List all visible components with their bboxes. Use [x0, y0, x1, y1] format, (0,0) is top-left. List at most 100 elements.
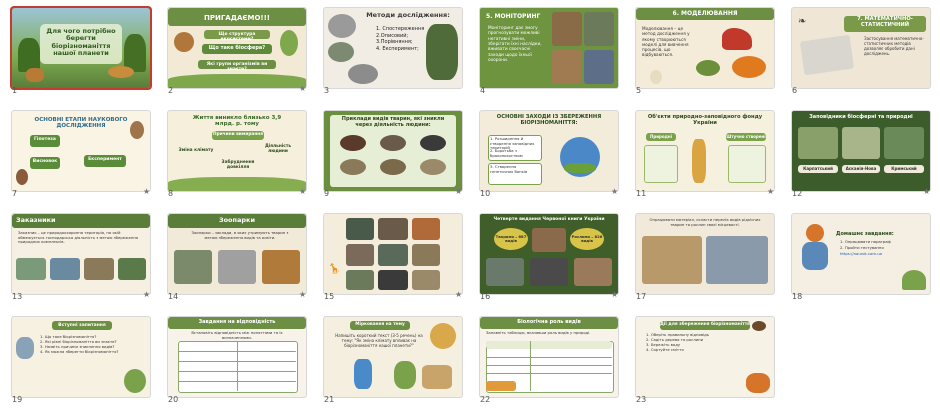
slide-number: 15 — [324, 292, 335, 301]
slide-21-title: Мірковання на тему — [355, 321, 405, 327]
slide-thumbnail-22[interactable]: Біологічна роль видів Заповніть таблицю,… — [468, 309, 624, 409]
slide-thumbnail-1[interactable]: Для чого потрібно берегти біорізноманітт… — [0, 0, 156, 100]
slide-number: 9 — [324, 189, 330, 198]
slide-2-title: ПРИГАДАЄМО!!! — [203, 14, 270, 22]
slide-8-preview[interactable]: Життя виникло близько 3,9 млрд. р. тому … — [168, 111, 306, 191]
slide-23-actions: 1. Оберіть правильну відповідь 2. Садіть … — [646, 332, 710, 352]
slide-1-title: Для чого потрібно берегти біорізноманітт… — [46, 27, 116, 58]
slide-thumbnail-11[interactable]: Об'єкти природно-заповідного фонду Украї… — [624, 103, 780, 203]
slide-14-title: Зоопарки — [218, 216, 256, 224]
slide-thumbnail-12[interactable]: Заповідники біосферні та природні Карпат… — [780, 103, 936, 203]
transition-star-icon: ★ — [299, 187, 307, 196]
transition-star-icon: ★ — [299, 84, 307, 93]
slide-3-title: Методи дослідження: — [366, 11, 450, 19]
slide-number: 13 — [12, 292, 23, 301]
slide-4-preview[interactable]: 5. МОНІТОРИНГ Моніторинг дає змогу прогн… — [480, 8, 618, 88]
slide-thumbnail-14[interactable]: Зоопарки Зоопарки – заклади, в яких утри… — [156, 206, 312, 306]
slide-2-preview[interactable]: ПРИГАДАЄМО!!! Що структура екосистеми? Щ… — [168, 8, 306, 88]
slide-5-title: 6. МОДЕЛЮВАННЯ — [672, 10, 738, 17]
slide-thumbnail-9[interactable]: Приклади видів тварин, які зникли через … — [312, 103, 468, 203]
slide-thumbnail-2[interactable]: ПРИГАДАЄМО!!! Що структура екосистеми? Щ… — [156, 0, 312, 100]
slide-9-title: Приклади видів тварин, які зникли через … — [341, 116, 445, 128]
slide-number: 22 — [480, 395, 491, 404]
slide-thumbnail-10[interactable]: ОСНОВНІ ЗАХОДИ ІЗ ЗБЕРЕЖЕННЯ БІОРІЗНОМАН… — [468, 103, 624, 203]
slide-thumbnail-6[interactable]: 7. МАТЕМАТИЧНО-СТАТИСТИЧНИЙ Застосування… — [780, 0, 936, 100]
slide-22-preview[interactable]: Біологічна роль видів Заповніть таблицю,… — [480, 317, 618, 397]
slide-23-preview[interactable]: Дії для збереження біорізноманіття 1. Об… — [636, 317, 774, 397]
slide-number: 7 — [12, 189, 18, 198]
slide-16-preview[interactable]: Четверте видання Червоної книги України … — [480, 214, 618, 294]
slide-number: 2 — [168, 86, 174, 95]
slide-thumbnail-17[interactable]: Опрацювати матеріал, скласти перелік вид… — [624, 206, 780, 306]
slide-7-title: ОСНОВНІ ЕТАПИ НАУКОВОГО ДОСЛІДЖЕННЯ — [34, 117, 128, 130]
slide-17-preview[interactable]: Опрацювати матеріал, скласти перелік вид… — [636, 214, 774, 294]
transition-star-icon: ★ — [923, 187, 931, 196]
slide-number: 20 — [168, 395, 179, 404]
slide-1-preview[interactable]: Для чого потрібно берегти біорізноманітт… — [12, 8, 150, 88]
slide-thumbnail-8[interactable]: Життя виникло близько 3,9 млрд. р. тому … — [156, 103, 312, 203]
slide-number: 16 — [480, 292, 491, 301]
slide-13-preview[interactable]: Заказники Заказник – це природоохоронна … — [12, 214, 150, 294]
slide-6-title: 7. МАТЕМАТИЧНО-СТАТИСТИЧНИЙ — [857, 16, 913, 28]
transition-star-icon: ★ — [455, 290, 463, 299]
slide-thumbnail-16[interactable]: Четверте видання Червоної книги України … — [468, 206, 624, 306]
slide-21-preview[interactable]: Мірковання на тему Напишіть короткий тек… — [324, 317, 462, 397]
slide-thumbnail-7[interactable]: ОСНОВНІ ЕТАПИ НАУКОВОГО ДОСЛІДЖЕННЯ Гіпо… — [0, 103, 156, 203]
slide-4-title: 5. МОНІТОРИНГ — [486, 13, 541, 20]
slide-number: 11 — [636, 189, 647, 198]
slide-thumbnail-4[interactable]: 5. МОНІТОРИНГ Моніторинг дає змогу прогн… — [468, 0, 624, 100]
slide-12-preview[interactable]: Заповідники біосферні та природні Карпат… — [792, 111, 930, 191]
slide-number: 12 — [792, 189, 803, 198]
slide-thumbnail-23[interactable]: Дії для збереження біорізноманіття 1. Об… — [624, 309, 780, 409]
slide-5-preview[interactable]: 6. МОДЕЛЮВАННЯ Моделювання – це метод до… — [636, 8, 774, 88]
slide-number: 14 — [168, 292, 179, 301]
slide-number: 1 — [12, 86, 18, 95]
slide-number: 17 — [636, 292, 647, 301]
slide-17-text: Опрацювати матеріал, скласти перелік вид… — [649, 217, 761, 227]
transition-star-icon: ★ — [299, 290, 307, 299]
slide-thumbnail-15[interactable]: 🦒 15 ★ — [312, 206, 468, 306]
slide-8-title: Життя виникло близько 3,9 млрд. р. тому — [192, 115, 282, 128]
slide-3-preview[interactable]: Методи дослідження: 1. Спостереження 2.Оп… — [324, 8, 462, 88]
slide-6-preview[interactable]: 7. МАТЕМАТИЧНО-СТАТИСТИЧНИЙ Застосування… — [792, 8, 930, 88]
slide-sorter-grid: Для чого потрібно берегти біорізноманітт… — [0, 0, 940, 411]
slide-thumbnail-3[interactable]: Методи дослідження: 1. Спостереження 2.Оп… — [312, 0, 468, 100]
transition-star-icon: ★ — [143, 187, 151, 196]
slide-9-preview[interactable]: Приклади видів тварин, які зникли через … — [324, 111, 462, 191]
transition-star-icon: ★ — [455, 187, 463, 196]
slide-thumbnail-5[interactable]: 6. МОДЕЛЮВАННЯ Моделювання – це метод до… — [624, 0, 780, 100]
slide-12-title: Заповідники біосферні та природні — [809, 114, 913, 120]
slide-14-preview[interactable]: Зоопарки Зоопарки – заклади, в яких утри… — [168, 214, 306, 294]
slide-11-preview[interactable]: Об'єкти природно-заповідного фонду Украї… — [636, 111, 774, 191]
slide-number: 19 — [12, 395, 23, 404]
slide-19-title: Вступні запитання — [58, 322, 106, 328]
slide-thumbnail-13[interactable]: Заказники Заказник – це природоохоронна … — [0, 206, 156, 306]
slide-16-title: Четверте видання Червоної книги України — [493, 217, 605, 222]
transition-star-icon: ★ — [767, 187, 775, 196]
slide-7-preview[interactable]: ОСНОВНІ ЕТАПИ НАУКОВОГО ДОСЛІДЖЕННЯ Гіпо… — [12, 111, 150, 191]
slide-number: 3 — [324, 86, 330, 95]
slide-number: 4 — [480, 86, 486, 95]
slide-18-preview[interactable]: Домашнє завдання: 1. Опрацювати параграф… — [792, 214, 930, 294]
slide-20-title: Завдання на відповідність — [198, 319, 276, 325]
slide-thumbnail-20[interactable]: Завдання на відповідність Встановіть від… — [156, 309, 312, 409]
transition-star-icon: ★ — [611, 290, 619, 299]
slide-15-preview[interactable]: 🦒 — [324, 214, 462, 294]
slide-thumbnail-21[interactable]: Мірковання на тему Напишіть короткий тек… — [312, 309, 468, 409]
slide-13-title: Заказники — [16, 216, 56, 224]
slide-23-title: Дії для збереження біорізноманіття — [660, 321, 750, 327]
slide-number: 6 — [792, 86, 798, 95]
slide-number: 8 — [168, 189, 174, 198]
slide-number: 23 — [636, 395, 647, 404]
slide-19-preview[interactable]: Вступні запитання 1. Що таке біорізноман… — [12, 317, 150, 397]
transition-star-icon: ★ — [143, 290, 151, 299]
slide-thumbnail-18[interactable]: Домашнє завдання: 1. Опрацювати параграф… — [780, 206, 936, 306]
slide-number: 21 — [324, 395, 335, 404]
slide-20-preview[interactable]: Завдання на відповідність Встановіть від… — [168, 317, 306, 397]
slide-10-title: ОСНОВНІ ЗАХОДИ ІЗ ЗБЕРЕЖЕННЯ БІОРІЗНОМАН… — [496, 114, 602, 126]
slide-22-title: Біологічна роль видів — [517, 319, 581, 325]
slide-10-preview[interactable]: ОСНОВНІ ЗАХОДИ ІЗ ЗБЕРЕЖЕННЯ БІОРІЗНОМАН… — [480, 111, 618, 191]
slide-number: 5 — [636, 86, 642, 95]
slide-18-title: Домашнє завдання: — [836, 231, 894, 237]
slide-thumbnail-19[interactable]: Вступні запитання 1. Що таке біорізноман… — [0, 309, 156, 409]
